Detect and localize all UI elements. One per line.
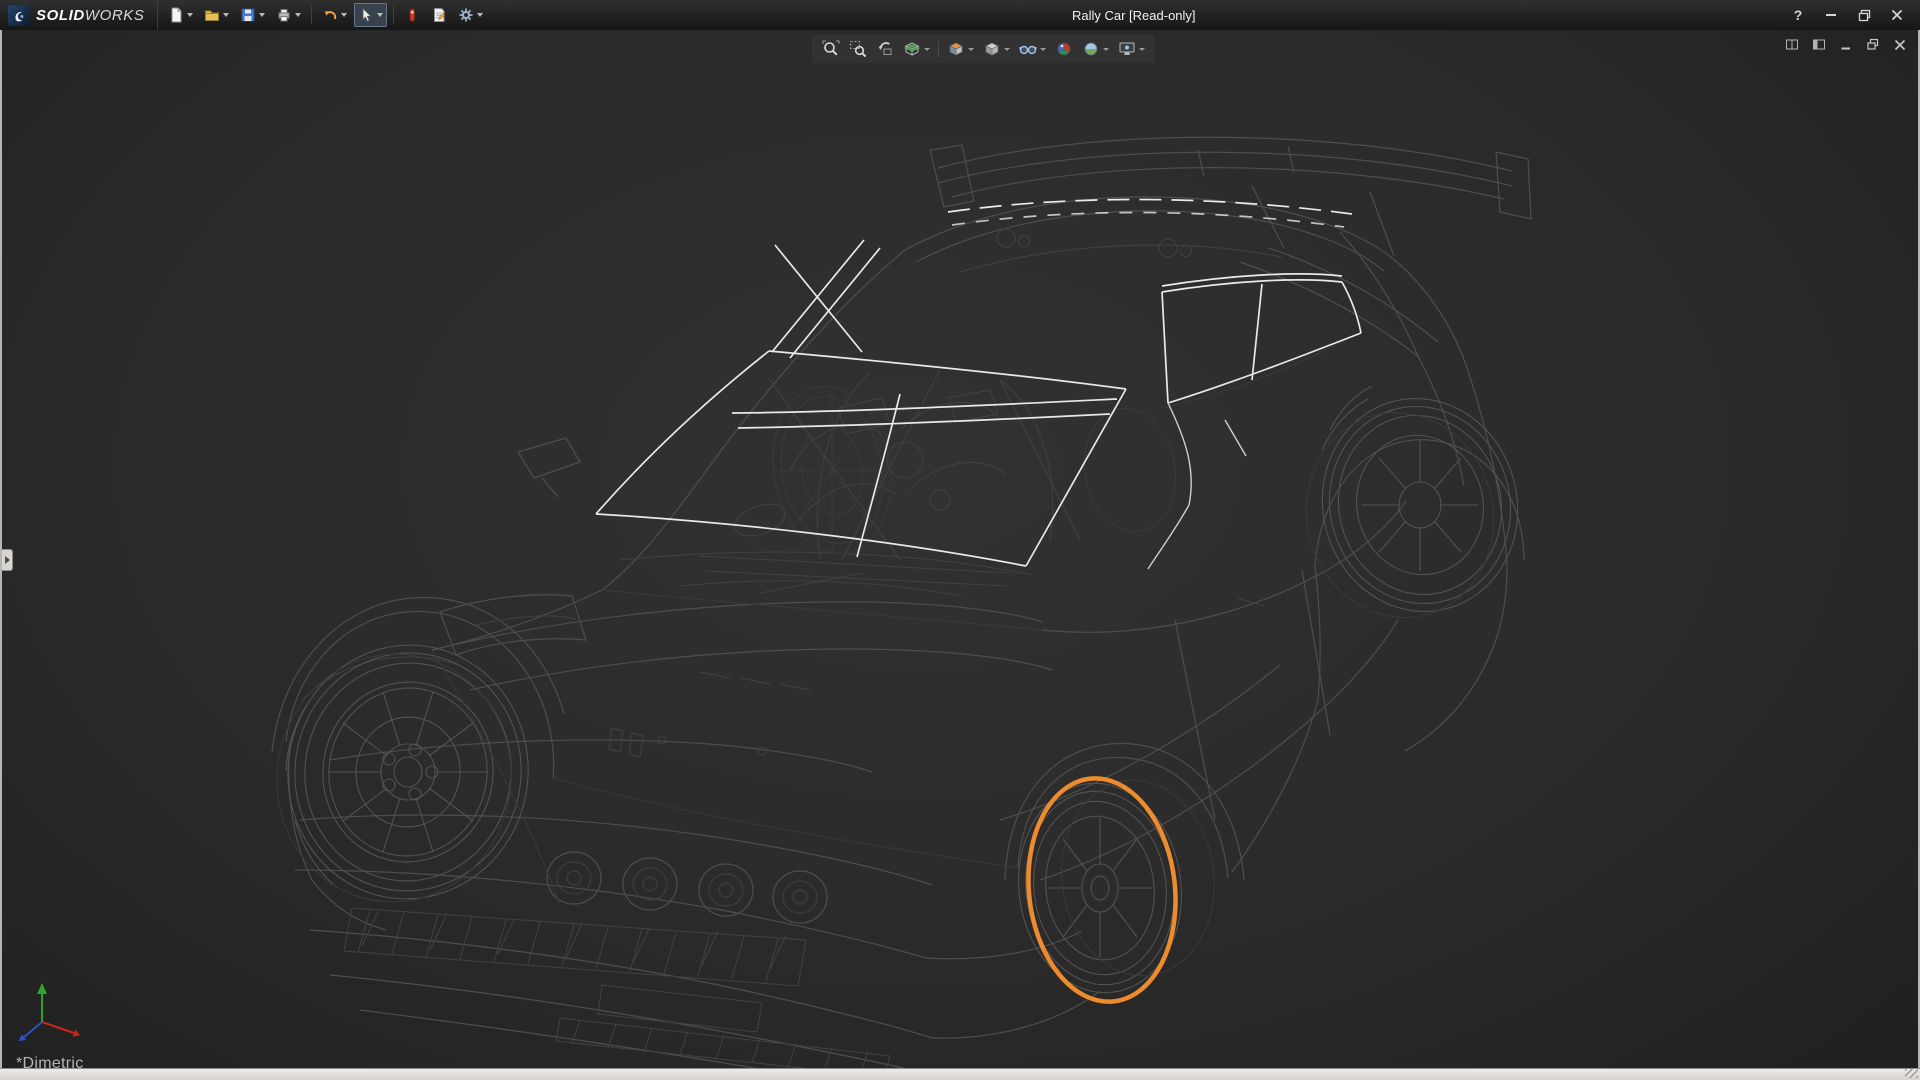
xpress-products-button[interactable] (400, 3, 424, 27)
document-window-controls (1784, 37, 1908, 53)
triad-y-arrow (37, 983, 47, 994)
split-pane-icon (1785, 38, 1799, 52)
wireframe-scene (0, 30, 1920, 1068)
car-body-group (272, 137, 1531, 1068)
dropdown-arrow-icon (295, 13, 301, 17)
view-settings-icon (1118, 40, 1136, 58)
split-pane-button[interactable] (1784, 37, 1800, 53)
file-properties-button[interactable] (427, 3, 451, 27)
hide-show-items-button[interactable] (1018, 38, 1047, 60)
print-button[interactable] (272, 3, 305, 27)
display-style-icon (983, 40, 1001, 58)
chevron-right-icon (5, 556, 10, 564)
dassault-3ds-logo-icon (8, 5, 29, 26)
close-button[interactable] (1888, 6, 1906, 24)
headsup-view-toolbar (812, 35, 1155, 63)
toolbar-separator (938, 41, 939, 57)
zoom-to-fit-button[interactable] (821, 38, 841, 60)
close-icon (1891, 9, 1903, 21)
section-view-icon (903, 40, 921, 58)
minimize-button[interactable] (1822, 6, 1840, 24)
dropdown-arrow-icon (1040, 48, 1046, 51)
file-properties-icon (431, 7, 447, 23)
zoom-to-area-button[interactable] (848, 38, 868, 60)
toolbar-separator (393, 6, 394, 24)
view-orientation-label: *Dimetric (16, 1055, 84, 1068)
window-title: Rally Car [Read-only] (493, 8, 1775, 23)
doc-minimize-button[interactable] (1838, 37, 1854, 53)
undo-icon (322, 7, 338, 23)
view-orientation-button[interactable] (946, 38, 975, 60)
zoom-to-fit-icon (822, 40, 840, 58)
toolbar-separator (311, 6, 312, 24)
graphics-viewport[interactable]: *Dimetric (0, 30, 1920, 1068)
dropdown-arrow-icon (377, 13, 383, 17)
save-icon (240, 7, 256, 23)
edit-appearance-button[interactable] (1054, 38, 1074, 60)
section-view-button[interactable] (902, 38, 931, 60)
dropdown-arrow-icon (187, 13, 193, 17)
dropdown-arrow-icon (341, 13, 347, 17)
restore-button[interactable] (1855, 6, 1873, 24)
options-gear-icon (458, 7, 474, 23)
statusbar (0, 1068, 1920, 1080)
dropdown-arrow-icon (968, 48, 974, 51)
undo-button[interactable] (318, 3, 351, 27)
display-pane-button[interactable] (1811, 37, 1827, 53)
doc-restore-button[interactable] (1865, 37, 1881, 53)
help-button[interactable]: ? (1789, 6, 1807, 24)
display-pane-icon (1812, 38, 1826, 52)
featuremanager-flyout-tab[interactable] (2, 549, 13, 571)
display-style-button[interactable] (982, 38, 1011, 60)
orientation-triad (19, 983, 80, 1041)
new-document-button[interactable] (164, 3, 197, 27)
select-button[interactable] (354, 3, 387, 27)
dropdown-arrow-icon (259, 13, 265, 17)
apply-scene-button[interactable] (1081, 38, 1110, 60)
restore-icon (1866, 38, 1880, 52)
previous-view-icon (876, 40, 894, 58)
dropdown-arrow-icon (223, 13, 229, 17)
open-button[interactable] (200, 3, 233, 27)
dropdown-arrow-icon (1004, 48, 1010, 51)
dropdown-arrow-icon (1103, 48, 1109, 51)
brand-name-light: WORKS (85, 7, 145, 24)
apply-scene-icon (1082, 40, 1100, 58)
select-cursor-icon (358, 7, 374, 23)
hide-show-items-icon (1019, 40, 1037, 58)
titlebar: SOLIDWORKS (0, 0, 1920, 30)
dropdown-arrow-icon (924, 48, 930, 51)
window-controls: ? (1775, 6, 1920, 24)
triad-x-axis (42, 1022, 74, 1033)
car-highlight-edges-group (596, 200, 1361, 570)
restore-icon (1858, 9, 1871, 22)
resize-grip[interactable] (1905, 1069, 1918, 1078)
brand-name: SOLIDWORKS (36, 7, 145, 24)
print-icon (276, 7, 292, 23)
options-button[interactable] (454, 3, 487, 27)
save-button[interactable] (236, 3, 269, 27)
solidworks-window: SOLIDWORKS (0, 0, 1920, 1080)
view-settings-button[interactable] (1117, 38, 1146, 60)
new-document-icon (168, 7, 184, 23)
view-orientation-icon (947, 40, 965, 58)
main-toolbar (157, 0, 493, 30)
triad-z-axis (24, 1022, 42, 1037)
minimize-icon (1839, 38, 1853, 52)
dropdown-arrow-icon (1139, 48, 1145, 51)
zoom-to-area-icon (849, 40, 867, 58)
brand-name-bold: SOLID (36, 7, 85, 24)
edit-appearance-icon (1055, 40, 1073, 58)
help-icon: ? (1794, 7, 1803, 23)
brand: SOLIDWORKS (0, 0, 157, 30)
previous-view-button[interactable] (875, 38, 895, 60)
minimize-icon (1826, 14, 1836, 16)
car-wheels-group (271, 378, 1540, 1002)
doc-close-button[interactable] (1892, 37, 1908, 53)
open-icon (204, 7, 220, 23)
xpress-products-icon (404, 7, 420, 23)
dropdown-arrow-icon (477, 13, 483, 17)
close-icon (1893, 38, 1907, 52)
